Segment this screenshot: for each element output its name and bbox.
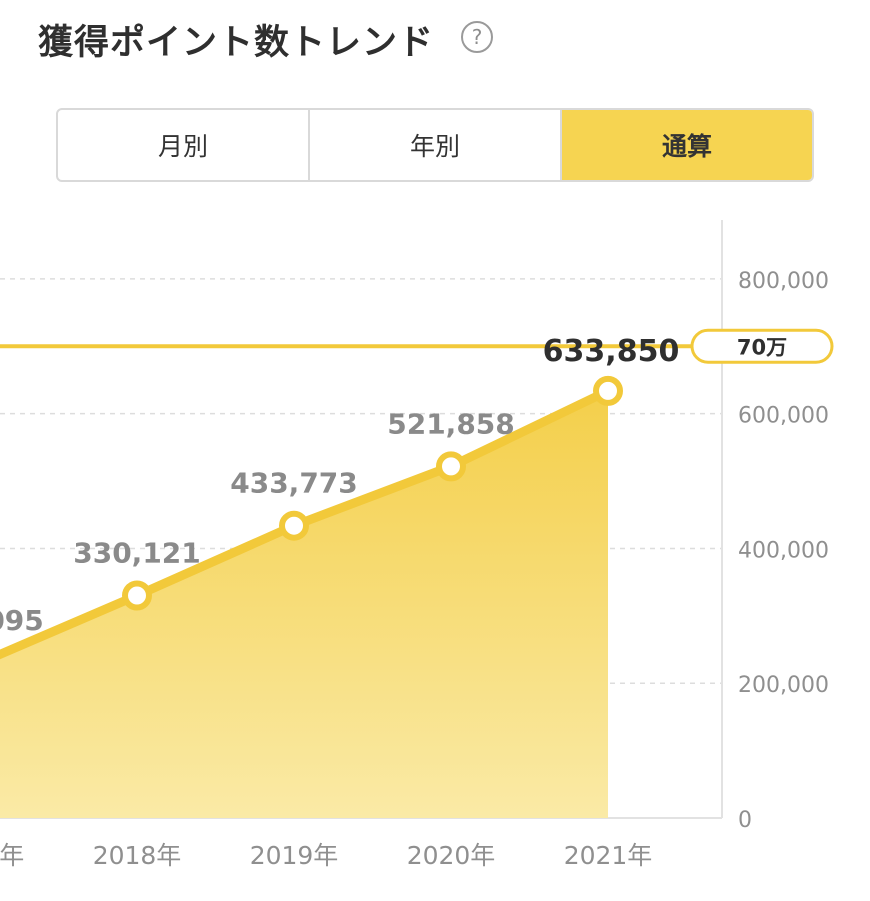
y-tick-label: 400,000 (738, 538, 829, 563)
data-point (122, 580, 152, 611)
y-tick-label: 800,000 (738, 269, 829, 294)
target-label: 70万 (737, 335, 787, 359)
data-label: 330,121 (73, 537, 201, 570)
data-label: 521,858 (387, 407, 515, 440)
y-tick-label: 200,000 (738, 673, 829, 698)
y-tick-label: 0 (738, 808, 752, 833)
data-label: 433,773 (230, 467, 358, 500)
data-point (436, 451, 466, 482)
data-label: 633,850 (543, 334, 680, 369)
x-tick-label: 2021年 (564, 841, 653, 870)
page-title: 獲得ポイント数トレンド (38, 23, 435, 63)
data-point (593, 375, 623, 406)
y-tick-label: 600,000 (738, 404, 829, 429)
x-tick-label: 2018年 (93, 841, 182, 870)
x-tick-label: 2020年 (407, 841, 496, 870)
trend-chart: 0 200,000 400,000 600,000 800,000 70万 230,095 3… (0, 220, 870, 897)
data-label: 230,095 (0, 604, 44, 637)
trend-chart-svg: 0 200,000 400,000 600,000 800,000 70万 230,095 3… (0, 220, 834, 870)
tab-monthly[interactable]: 月別 (58, 110, 310, 180)
data-point (279, 510, 309, 541)
tab-yearly[interactable]: 年別 (310, 110, 562, 180)
period-tabs: 月別 年別 通算 (56, 108, 814, 182)
help-icon[interactable]: ? (461, 21, 493, 53)
series-area (0, 390, 608, 818)
tab-cumulative[interactable]: 通算 (562, 110, 812, 180)
x-tick-label: 2019年 (250, 841, 339, 870)
x-tick-label: 2017年 (0, 841, 24, 870)
